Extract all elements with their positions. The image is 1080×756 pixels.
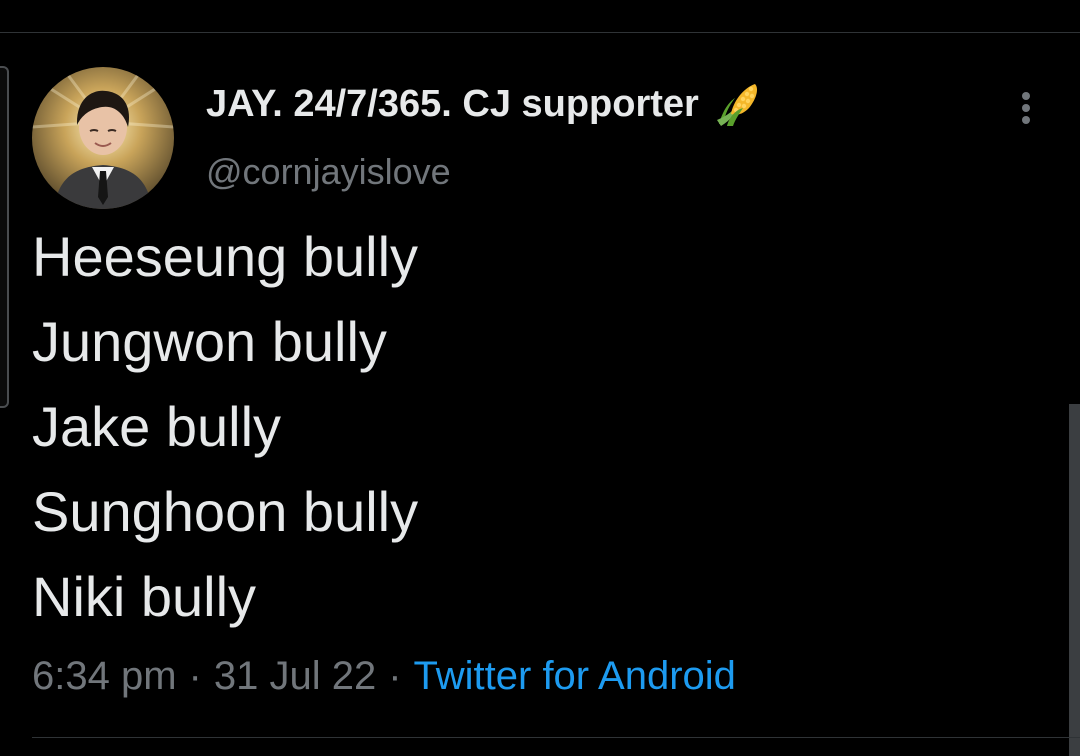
tweet-line: Sunghoon bully bbox=[32, 480, 419, 543]
profile-avatar-icon bbox=[32, 67, 174, 209]
tweet-metadata: 6:34 pm · 31 Jul 22 · Twitter for Android bbox=[32, 652, 736, 700]
tweet-line: Jake bully bbox=[32, 395, 282, 458]
meta-separator: · bbox=[188, 654, 202, 698]
more-dot bbox=[1022, 92, 1030, 100]
display-name[interactable]: JAY. 24/7/365. CJ supporter bbox=[206, 80, 763, 128]
scrollbar[interactable] bbox=[1069, 404, 1080, 756]
corn-emoji-icon bbox=[713, 80, 763, 128]
avatar[interactable] bbox=[32, 67, 174, 209]
tweet-time[interactable]: 6:34 pm bbox=[32, 654, 177, 698]
bottom-divider bbox=[32, 737, 1080, 738]
more-dot bbox=[1022, 104, 1030, 112]
more-vertical-icon[interactable] bbox=[1010, 88, 1044, 128]
meta-separator: · bbox=[388, 654, 402, 698]
display-name-text: JAY. 24/7/365. CJ supporter bbox=[206, 83, 699, 125]
tweet-line: Niki bully bbox=[32, 565, 257, 628]
tweet-line: Heeseung bully bbox=[32, 225, 419, 288]
tweet-line: Jungwon bully bbox=[32, 310, 387, 373]
left-scroll-handle[interactable] bbox=[0, 66, 9, 408]
tweet-source-link[interactable]: Twitter for Android bbox=[414, 654, 736, 698]
more-dot bbox=[1022, 116, 1030, 124]
tweet-date[interactable]: 31 Jul 22 bbox=[214, 654, 376, 698]
username-handle[interactable]: @cornjayislove bbox=[206, 150, 451, 194]
top-divider bbox=[0, 32, 1080, 33]
tweet-text: Heeseung bully Jungwon bully Jake bully … bbox=[32, 214, 418, 639]
